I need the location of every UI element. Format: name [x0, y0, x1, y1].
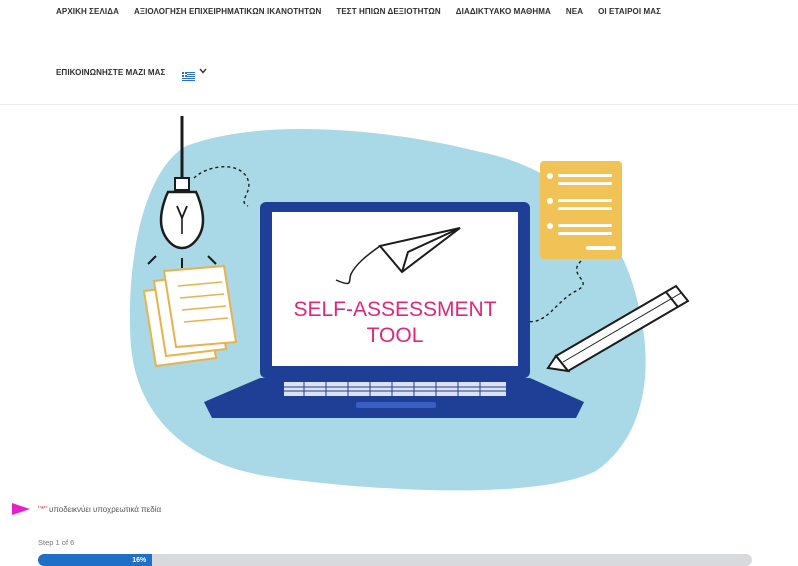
required-fields-note: "*" υποδεικνύει υποχρεωτικά πεδία — [12, 503, 161, 515]
nav-link-contact[interactable]: ΕΠΙΚΟΙΝΩΝΗΣΤΕ ΜΑΖΙ ΜΑΣ — [56, 68, 165, 77]
screen-title-line2: TOOL — [367, 324, 424, 347]
step-indicator: Step 1 of 6 — [38, 538, 75, 547]
progress-percent-label: 16% — [132, 556, 147, 564]
screen-title-line1: SELF-ASSESSMENT — [293, 298, 496, 321]
nav-link-news[interactable]: ΝΕΑ — [566, 7, 583, 16]
progress-bar-fill: 16% — [38, 554, 153, 566]
nav-row-secondary: ΕΠΙΚΟΙΝΩΝΗΣΤΕ ΜΑΖΙ ΜΑΣ — [56, 67, 798, 81]
nav-row-primary: ΑΡΧΙΚΗ ΣΕΛΙΔΑ ΑΞΙΟΛΟΓΗΣΗ ΕΠΙΧΕΙΡΗΜΑΤΙΚΩΝ… — [56, 7, 798, 16]
nav-link-online-course[interactable]: ΔΙΑΔΙΚΤΥΑΚΟ ΜΑΘΗΜΑ — [456, 7, 551, 16]
nav-link-home[interactable]: ΑΡΧΙΚΗ ΣΕΛΙΔΑ — [56, 7, 119, 16]
nav-link-soft-skills-test[interactable]: ΤΕΣΤ ΗΠΙΩΝ ΔΕΞΙΟΤΗΤΩΝ — [336, 7, 440, 16]
greek-flag-icon[interactable] — [182, 68, 196, 81]
arrow-marker-icon — [12, 503, 30, 515]
nav-link-partners[interactable]: ΟΙ ΕΤΑΙΡΟΙ ΜΑΣ — [598, 7, 661, 16]
laptop-icon: SELF-ASSESSMENT TOOL — [204, 202, 584, 418]
hero-illustration: SELF-ASSESSMENT TOOL — [36, 106, 762, 492]
required-fields-text: υποδεικνύει υποχρεωτικά πεδία — [46, 504, 162, 514]
chevron-down-icon[interactable] — [199, 67, 207, 76]
progress-bar: 16% — [38, 554, 752, 566]
nav-link-business-assessment[interactable]: ΑΞΙΟΛΟΓΗΣΗ ΕΠΙΧΕΙΡΗΜΑΤΙΚΩΝ ΙΚΑΝΟΤΗΤΩΝ — [134, 7, 321, 16]
header-divider — [0, 104, 798, 105]
required-star: "*" — [38, 504, 47, 514]
